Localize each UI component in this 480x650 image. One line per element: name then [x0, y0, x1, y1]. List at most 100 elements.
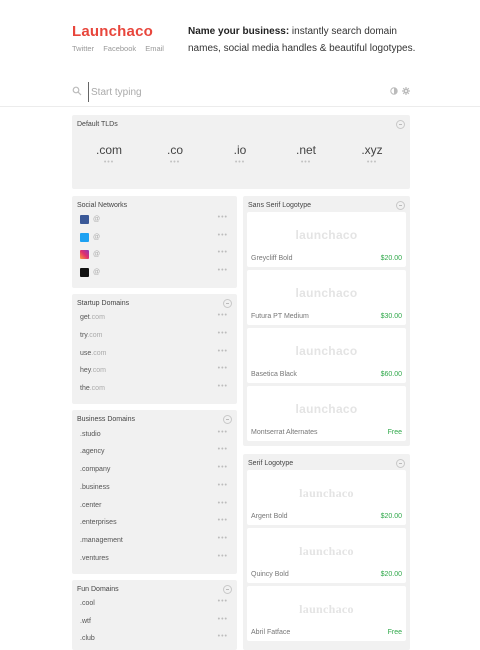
price-label: $20.00 — [380, 571, 402, 578]
logo-preview: launchaco — [295, 228, 358, 242]
business-panel: Business Domains .studio ••• .agency ••• .… — [72, 410, 237, 574]
domain-row[interactable]: .cool ••• — [77, 596, 232, 613]
panel-title: Social Networks — [77, 202, 128, 209]
logo-preview: launchaco — [295, 402, 358, 416]
domain-row[interactable]: .center ••• — [77, 498, 232, 515]
domain-row[interactable]: hey.com ••• — [77, 363, 232, 380]
panel-title: Default TLDs — [77, 121, 118, 128]
logo-card[interactable]: launchaco Abril Fatface Free — [247, 586, 406, 641]
tld-com[interactable]: .com ••• — [89, 143, 129, 166]
brand-logo[interactable]: Launchaco — [72, 23, 153, 40]
more-icon[interactable]: ••• — [218, 482, 228, 489]
handle-prefix: @ — [93, 216, 101, 223]
more-icon[interactable]: ••• — [218, 312, 228, 319]
more-icon[interactable]: ••• — [218, 330, 228, 337]
more-icon[interactable]: ••• — [218, 446, 228, 453]
domain-row[interactable]: the.com ••• — [77, 381, 232, 398]
more-icon[interactable]: ••• — [286, 159, 326, 166]
domain-row[interactable]: .enterprises ••• — [77, 515, 232, 532]
more-icon[interactable]: ••• — [218, 214, 228, 221]
facebook-link[interactable]: Facebook — [103, 44, 136, 53]
logo-card[interactable]: launchaco Quincy Bold $20.00 — [247, 528, 406, 583]
more-icon[interactable]: ••• — [218, 517, 228, 524]
social-row-facebook[interactable]: @ ••• — [77, 212, 232, 229]
more-icon[interactable]: ••• — [218, 633, 228, 640]
logo-preview: launchaco — [295, 286, 358, 300]
more-icon[interactable]: ••• — [218, 429, 228, 436]
domain-row[interactable]: .agency ••• — [77, 444, 232, 461]
tld-co[interactable]: .co ••• — [155, 143, 195, 166]
tlds-panel: Default TLDs .com ••• .co ••• .io ••• .net •… — [72, 115, 410, 189]
more-icon[interactable]: ••• — [218, 553, 228, 560]
email-link[interactable]: Email — [145, 44, 164, 53]
tld-io[interactable]: .io ••• — [220, 143, 260, 166]
social-row-instagram[interactable]: @ ••• — [77, 247, 232, 264]
domain-prefix: hey — [80, 367, 91, 374]
search-icon — [72, 86, 82, 96]
social-row-twitter[interactable]: @ ••• — [77, 230, 232, 247]
more-icon[interactable]: ••• — [218, 383, 228, 390]
more-icon[interactable]: ••• — [218, 616, 228, 623]
more-icon[interactable]: ••• — [218, 232, 228, 239]
collapse-icon[interactable] — [223, 299, 232, 308]
domain-row[interactable]: .wtf ••• — [77, 614, 232, 631]
more-icon[interactable]: ••• — [218, 348, 228, 355]
domain-row[interactable]: use.com ••• — [77, 346, 232, 363]
domain-label: .management — [80, 537, 123, 544]
medium-icon — [80, 268, 89, 277]
more-icon[interactable]: ••• — [218, 249, 228, 256]
logo-preview: launchaco — [299, 486, 354, 500]
logo-card[interactable]: launchaco Futura PT Medium $30.00 — [247, 270, 406, 325]
social-row-medium[interactable]: @ ••• — [77, 265, 232, 282]
more-icon[interactable]: ••• — [218, 267, 228, 274]
domain-row[interactable]: .club ••• — [77, 631, 232, 648]
logo-card[interactable]: launchaco Greycliff Bold $20.00 — [247, 212, 406, 267]
collapse-icon[interactable] — [396, 120, 405, 129]
tld-net[interactable]: .net ••• — [286, 143, 326, 166]
domain-suffix: .com — [91, 350, 107, 357]
domain-label: .studio — [80, 431, 101, 438]
domain-row[interactable]: .business ••• — [77, 480, 232, 497]
domain-row[interactable]: .studio ••• — [77, 427, 232, 444]
domain-row[interactable]: try.com ••• — [77, 328, 232, 345]
domain-row[interactable]: get.com ••• — [77, 310, 232, 327]
logo-preview: launchaco — [299, 544, 354, 558]
domain-row[interactable]: .company ••• — [77, 462, 232, 479]
domain-suffix: .com — [89, 314, 105, 321]
more-icon[interactable]: ••• — [352, 159, 392, 166]
tagline: Name your business: instantly search dom… — [188, 23, 418, 57]
panel-title: Fun Domains — [77, 586, 119, 593]
more-icon[interactable]: ••• — [220, 159, 260, 166]
domain-label: .ventures — [80, 555, 109, 562]
domain-row[interactable]: .management ••• — [77, 533, 232, 550]
collapse-icon[interactable] — [396, 459, 405, 468]
more-icon[interactable]: ••• — [155, 159, 195, 166]
font-name: Abril Fatface — [251, 629, 291, 636]
logo-card[interactable]: launchaco Basetica Black $60.00 — [247, 328, 406, 383]
domain-row[interactable]: .ventures ••• — [77, 551, 232, 568]
price-label: $60.00 — [380, 371, 402, 378]
gear-icon[interactable] — [402, 87, 410, 95]
more-icon[interactable]: ••• — [218, 464, 228, 471]
twitter-icon — [80, 233, 89, 242]
more-icon[interactable]: ••• — [89, 159, 129, 166]
more-icon[interactable]: ••• — [218, 535, 228, 542]
more-icon[interactable]: ••• — [218, 365, 228, 372]
collapse-icon[interactable] — [223, 585, 232, 594]
fun-panel: Fun Domains .cool ••• .wtf ••• .club ••• — [72, 580, 237, 650]
search-input[interactable] — [88, 82, 368, 102]
contrast-icon[interactable] — [390, 87, 398, 95]
logo-card[interactable]: launchaco Montserrat Alternates Free — [247, 386, 406, 441]
logo-card[interactable]: launchaco Argent Bold $20.00 — [247, 470, 406, 525]
domain-suffix: .com — [87, 332, 103, 339]
logo-preview: launchaco — [295, 344, 358, 358]
more-icon[interactable]: ••• — [218, 598, 228, 605]
collapse-icon[interactable] — [223, 415, 232, 424]
domain-prefix: use — [80, 350, 92, 357]
collapse-icon[interactable] — [396, 201, 405, 210]
tld-xyz[interactable]: .xyz ••• — [352, 143, 392, 166]
more-icon[interactable]: ••• — [218, 500, 228, 507]
panel-title: Startup Domains — [77, 300, 130, 307]
twitter-link[interactable]: Twitter — [72, 44, 94, 53]
tld-name: .io — [233, 143, 247, 157]
